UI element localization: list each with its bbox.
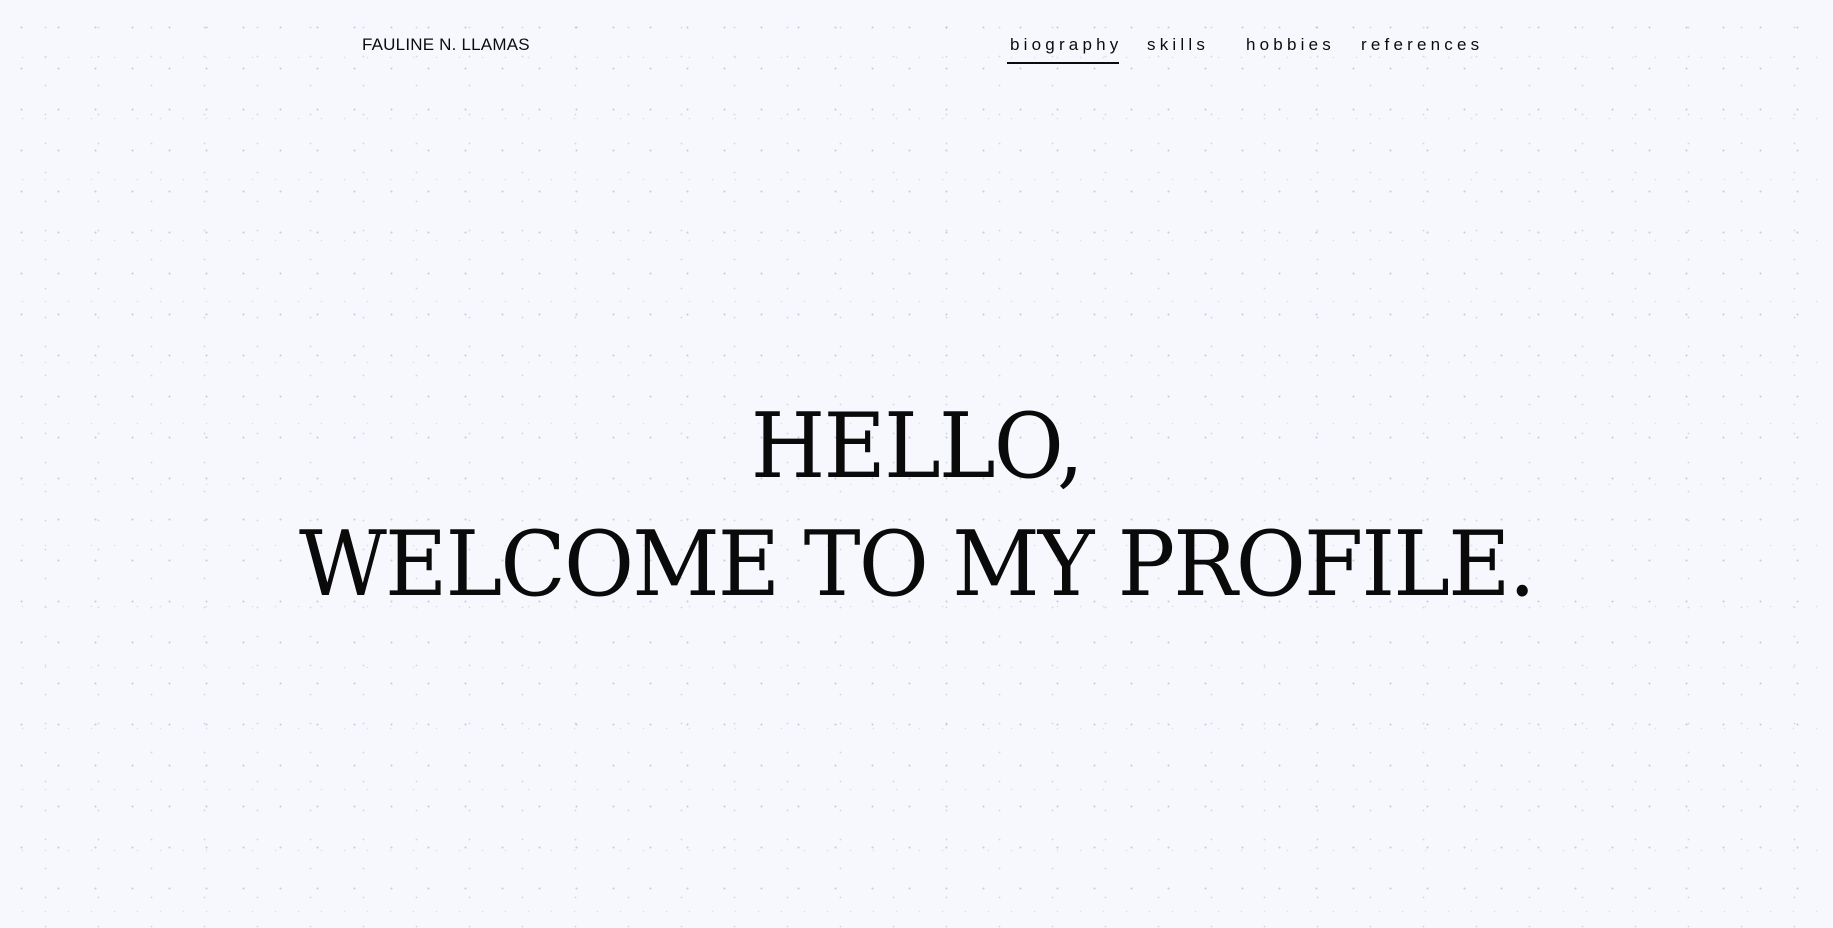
nav-link-references[interactable]: references	[1361, 35, 1483, 65]
active-nav-underline	[1007, 62, 1119, 64]
nav-link-hobbies[interactable]: hobbies	[1246, 35, 1335, 65]
main-nav: biography skills hobbies references	[0, 35, 1833, 75]
hero-greeting: HELLO,	[750, 394, 1084, 499]
hero-welcome: WELCOME TO MY PROFILE.	[299, 512, 1536, 617]
nav-link-biography[interactable]: biography	[1010, 35, 1122, 65]
hero-section: HELLO, WELCOME TO MY PROFILE.	[0, 388, 1833, 624]
hero-heading: HELLO, WELCOME TO MY PROFILE.	[0, 388, 1833, 624]
nav-link-skills[interactable]: skills	[1147, 35, 1209, 65]
